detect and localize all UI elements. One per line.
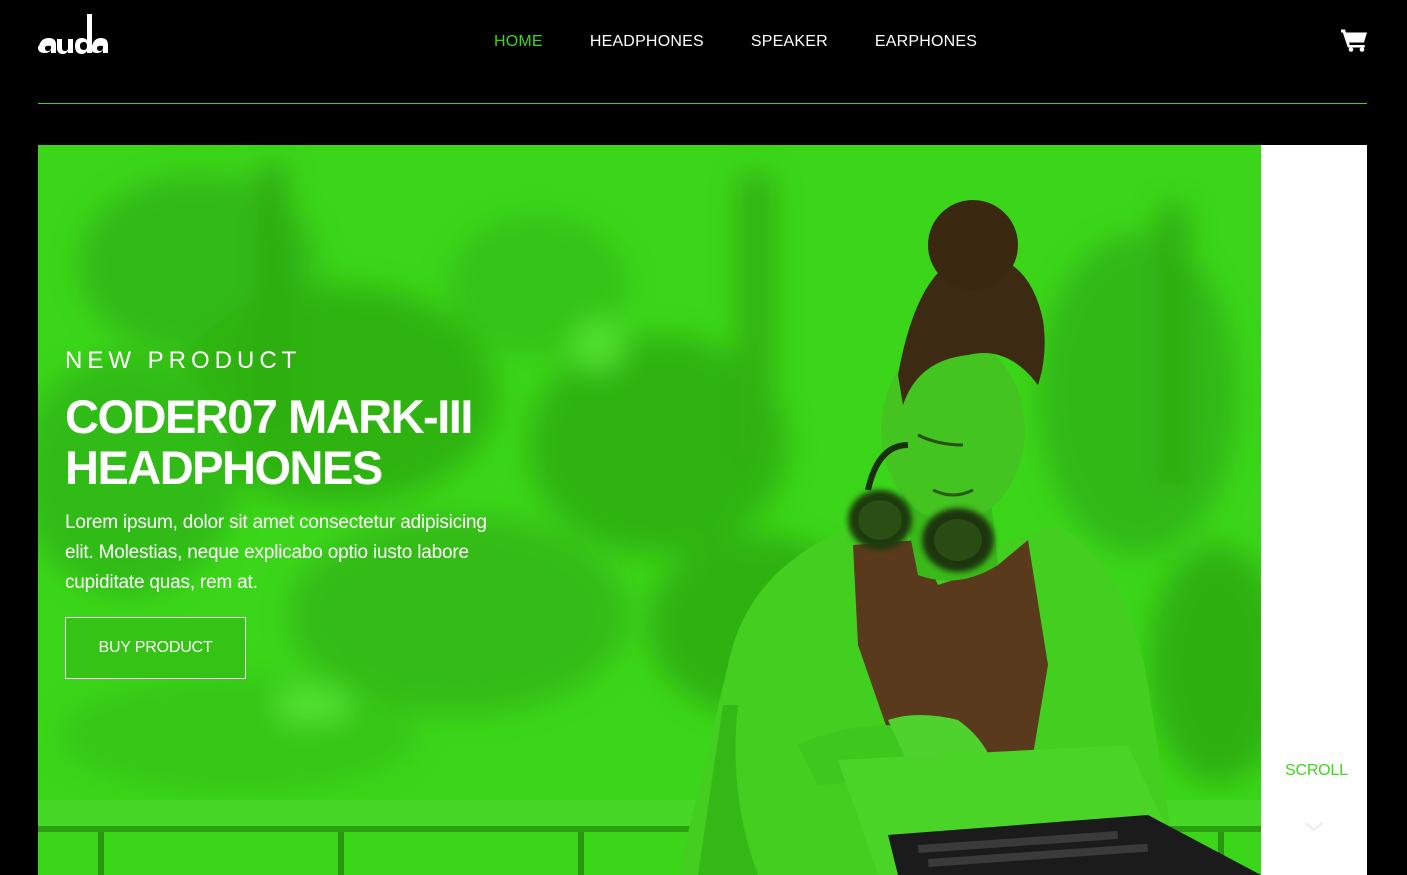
main-nav: HOME HEADPHONES SPEAKER EARPHONES — [494, 32, 1024, 52]
nav-speaker[interactable]: SPEAKER — [751, 32, 828, 52]
nav-earphones[interactable]: EARPHONES — [875, 32, 977, 52]
auda-logo[interactable] — [37, 12, 109, 58]
hero-eyebrow: NEW PRODUCT — [65, 347, 302, 374]
hero-banner: NEW PRODUCT CODER07 MARK-III HEADPHONES … — [38, 145, 1261, 875]
header-divider — [38, 103, 1367, 104]
shopping-cart-icon[interactable] — [1341, 28, 1368, 52]
hero-title-line-1: CODER07 MARK-III — [65, 390, 473, 443]
hero-title-line-2: HEADPHONES — [65, 441, 383, 494]
nav-home[interactable]: HOME — [494, 32, 543, 52]
scroll-label[interactable]: SCROLL — [1285, 762, 1348, 780]
hero-title: CODER07 MARK-III HEADPHONES — [65, 391, 545, 493]
hero-description: Lorem ipsum, dolor sit amet consectetur … — [65, 512, 487, 593]
nav-headphones[interactable]: HEADPHONES — [590, 32, 704, 52]
scroll-panel: SCROLL — [1261, 145, 1367, 875]
navbar: HOME HEADPHONES SPEAKER EARPHONES — [0, 0, 1407, 104]
chevron-down-icon[interactable] — [1305, 822, 1323, 832]
buy-product-button[interactable]: BUY PRODUCT — [65, 617, 246, 679]
